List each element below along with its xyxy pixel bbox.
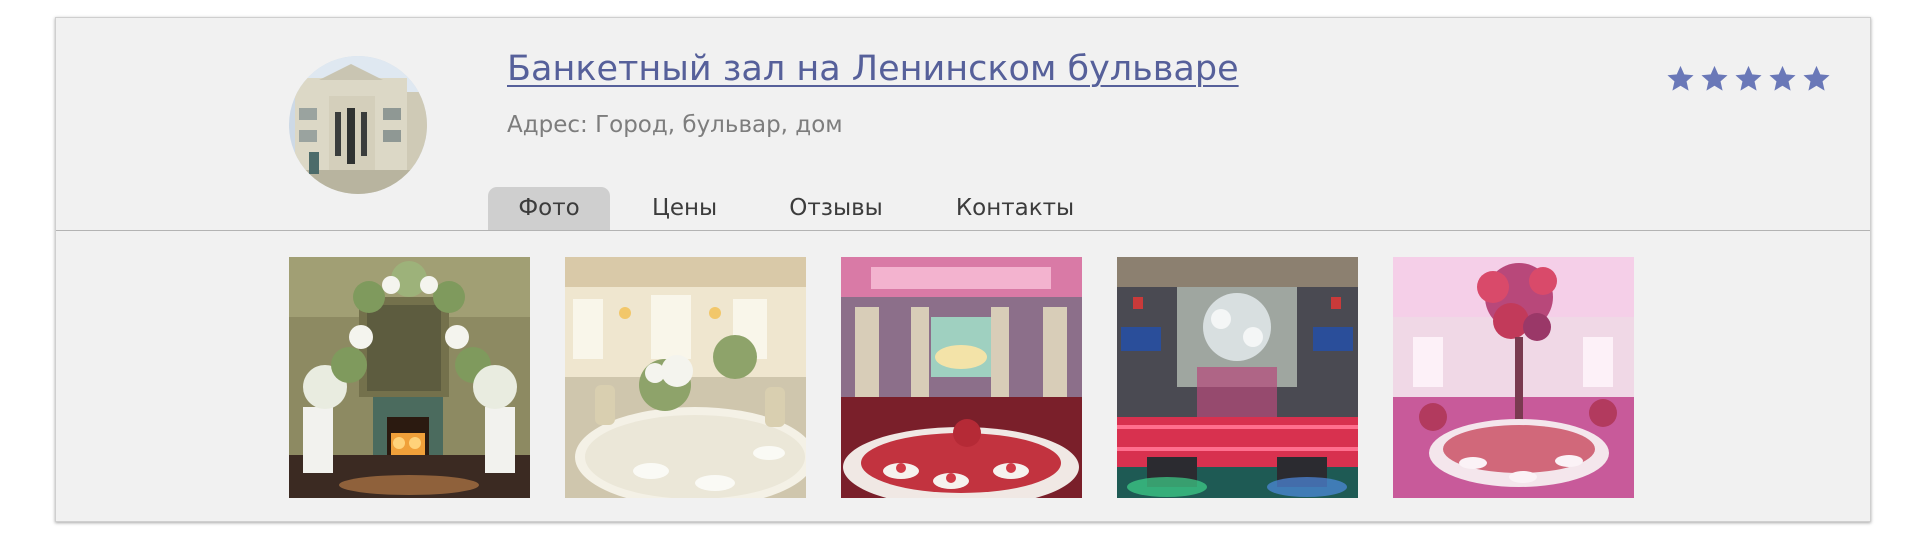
star-icon xyxy=(1667,65,1694,91)
star-icon xyxy=(1735,65,1762,91)
star-icon xyxy=(1769,65,1796,91)
tab-contacts[interactable]: Контакты xyxy=(956,187,1074,230)
star-icon xyxy=(1803,65,1830,91)
venue-tabs: Фото Цены Отзывы Контакты xyxy=(488,187,1074,230)
venue-avatar[interactable] xyxy=(289,56,427,194)
gallery-photo[interactable] xyxy=(1117,257,1358,498)
gallery-photo[interactable] xyxy=(1393,257,1634,498)
tab-reviews[interactable]: Отзывы xyxy=(789,187,883,230)
tab-photo[interactable]: Фото xyxy=(488,187,610,230)
gallery-photo[interactable] xyxy=(565,257,806,498)
venue-card: Банкетный зал на Ленинском бульваре Адре… xyxy=(55,17,1871,522)
gallery-photo[interactable] xyxy=(289,257,530,498)
venue-address: Адрес: Город, бульвар, дом xyxy=(507,112,843,138)
rating-stars xyxy=(1666,64,1831,93)
tab-prices[interactable]: Цены xyxy=(652,187,717,230)
star-icon xyxy=(1701,65,1728,91)
tabs-divider xyxy=(56,230,1870,231)
photo-gallery xyxy=(289,257,1634,498)
gallery-photo[interactable] xyxy=(841,257,1082,498)
venue-title-link[interactable]: Банкетный зал на Ленинском бульваре xyxy=(507,49,1239,89)
